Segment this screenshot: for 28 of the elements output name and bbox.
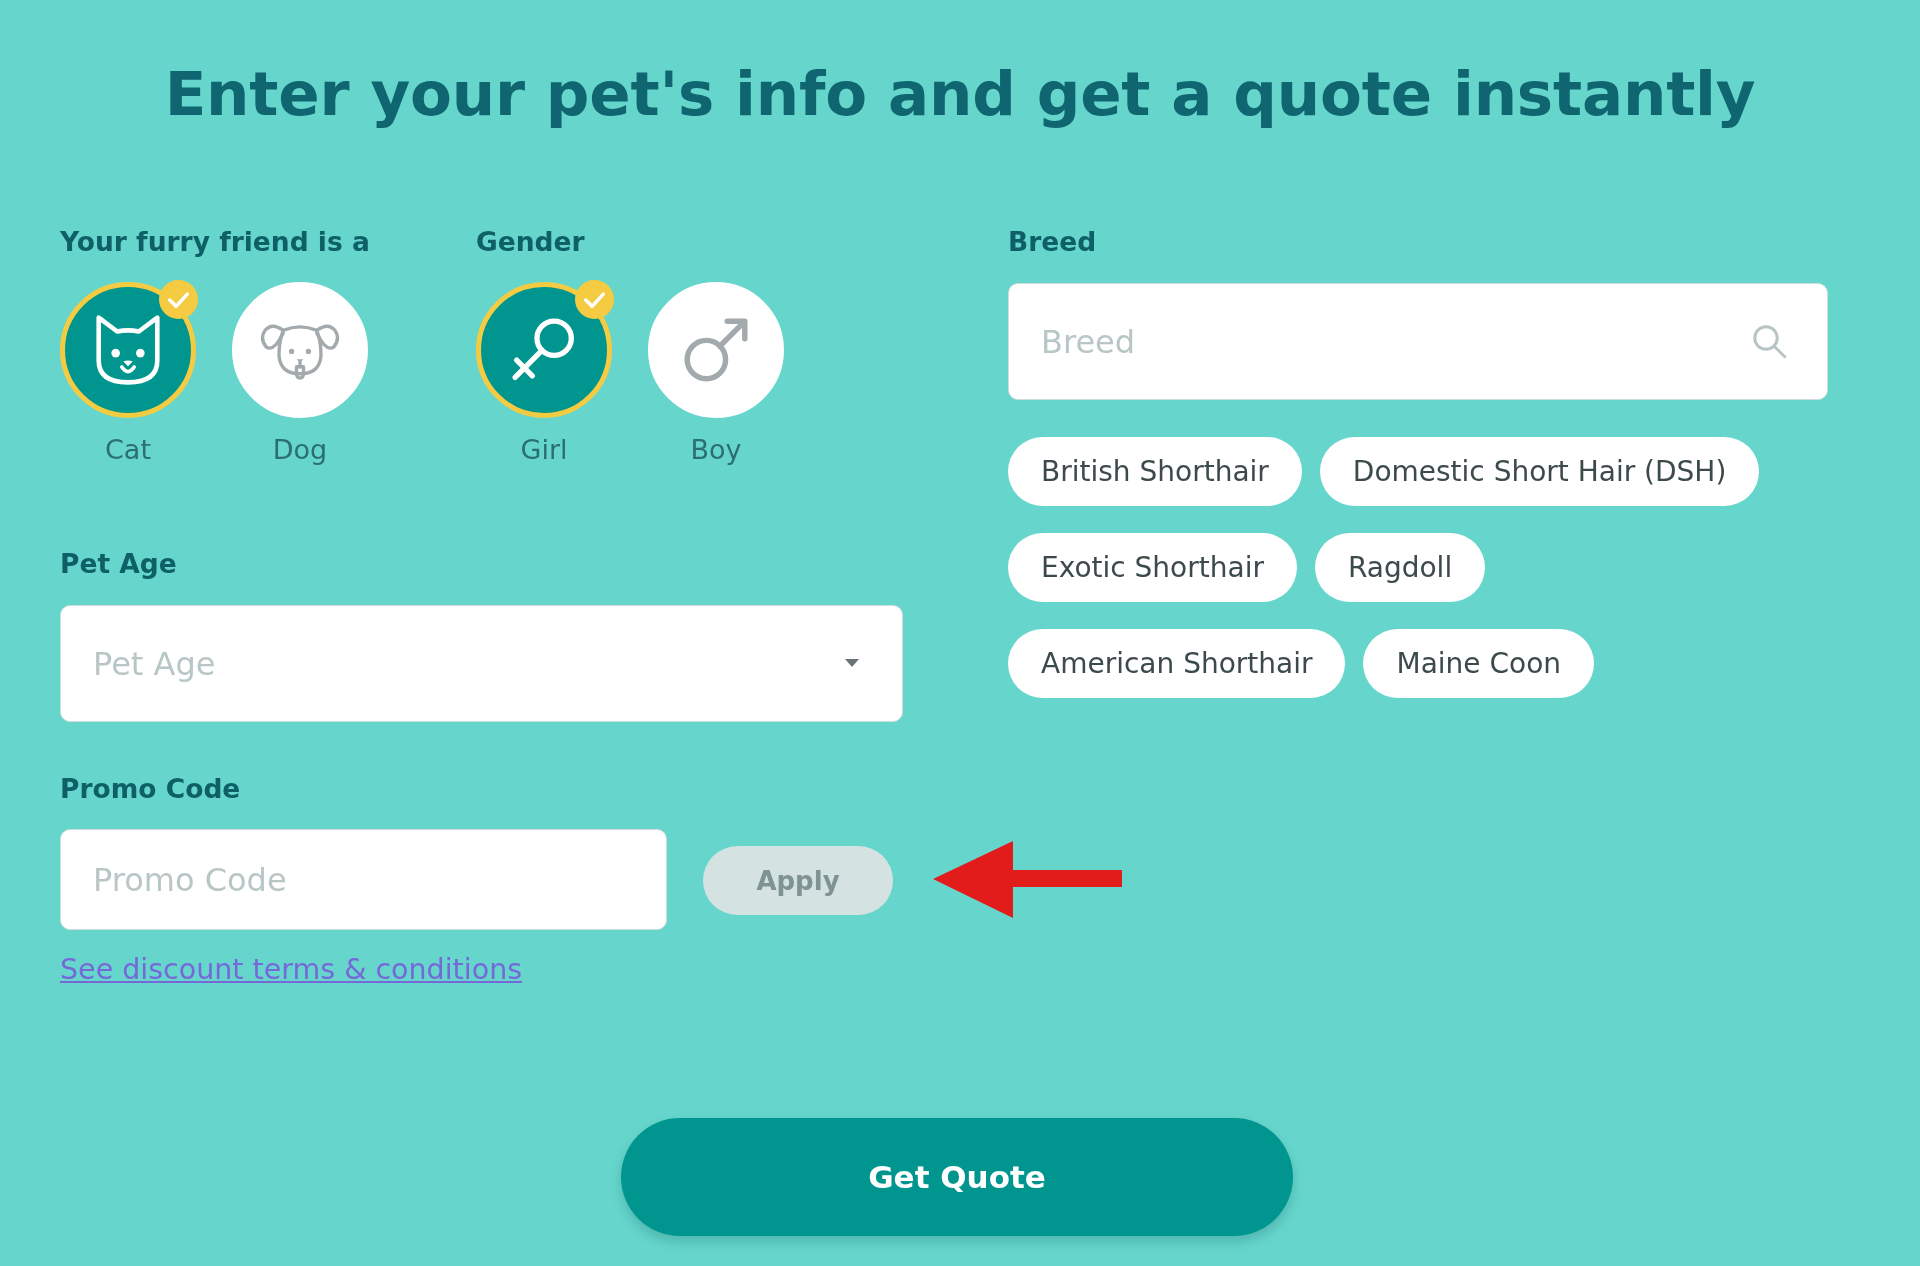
check-icon (159, 280, 198, 319)
female-symbol-icon (512, 318, 576, 382)
breed-search-field[interactable]: Breed (1008, 283, 1828, 400)
page-heading: Enter your pet's info and get a quote instantly (164, 57, 1756, 131)
get-quote-button[interactable]: Get Quote (621, 1118, 1293, 1236)
breed-suggestion-chip[interactable]: Domestic Short Hair (DSH) (1319, 437, 1760, 506)
caret-icon (845, 659, 859, 667)
promo-code-field[interactable]: Promo Code (60, 829, 667, 930)
cat-face-icon (94, 313, 162, 387)
field-label: Breed (1008, 226, 1097, 258)
field-label: Pet Age (60, 548, 177, 580)
option-label: Dog (272, 433, 328, 467)
field-label: Promo Code (60, 773, 241, 805)
breed-suggestion-chip[interactable]: Maine Coon (1363, 629, 1594, 698)
pet-age-dropdown[interactable]: Pet Age (60, 605, 903, 722)
breed-suggestion-chip[interactable]: British Shorthair (1008, 437, 1302, 506)
check-icon (575, 280, 614, 319)
option-label: Girl (520, 433, 568, 467)
search-icon (1751, 323, 1787, 359)
field-label: Gender (476, 226, 585, 258)
option-label: Boy (690, 433, 742, 467)
option-label: Cat (105, 433, 151, 467)
field-label: Your furry friend is a (60, 226, 370, 258)
male-symbol-icon (684, 318, 748, 382)
breed-suggestion-chip[interactable]: American Shorthair (1008, 629, 1346, 698)
breed-suggestion-chip[interactable]: Exotic Shorthair (1008, 533, 1297, 602)
breed-suggestion-chip[interactable]: Ragdoll (1314, 533, 1486, 602)
pointer-arrow-icon (933, 841, 1122, 918)
